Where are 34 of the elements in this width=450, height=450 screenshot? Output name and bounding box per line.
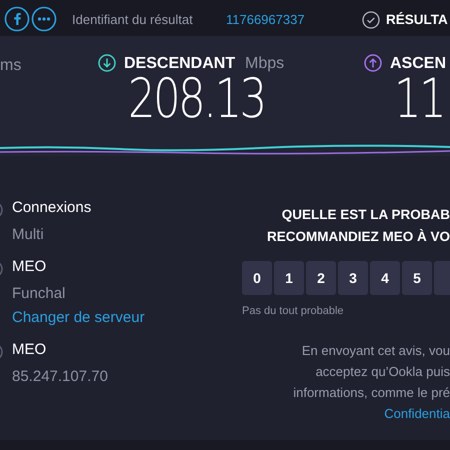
upload-label: ASCEN (390, 54, 446, 74)
low-label: Pas du tout probable (242, 304, 344, 319)
upload-speed: 11 (394, 72, 444, 126)
download-icon (98, 54, 116, 72)
notice-text: informations, comme le pré (293, 384, 450, 402)
detail-value: Funchal (12, 284, 66, 304)
score-button[interactable]: 0 (242, 261, 272, 295)
score-button[interactable]: 2 (306, 261, 336, 295)
detail-value: 85.247.107.70 (12, 367, 109, 387)
ping-unit: ms (0, 56, 22, 76)
result-id-label: Identifiant du résultat (72, 11, 193, 29)
detail-title: Connexions (12, 198, 92, 218)
notice-text: En envoyant cet avis, vou (302, 342, 450, 360)
upload-icon (364, 54, 382, 72)
score-button[interactable]: 1 (274, 261, 304, 295)
detail-title: MEO (12, 257, 48, 277)
privacy-link[interactable]: Confidentia (384, 402, 450, 424)
facebook-icon[interactable] (4, 6, 30, 32)
check-icon (362, 11, 380, 29)
score-button[interactable]: 3 (338, 261, 368, 295)
survey-question: RECOMMANDIEZ MEO À VO (266, 228, 450, 246)
download-speed: 208.13 (128, 72, 265, 126)
result-id-link[interactable]: 11766967337 (226, 10, 305, 30)
survey-question: QUELLE EST LA PROBAB (282, 206, 450, 224)
score-button[interactable]: 5 (402, 261, 432, 295)
notice-text: acceptez qu’Ookla puis (316, 362, 450, 381)
more-icon[interactable] (31, 6, 57, 32)
results-tab[interactable]: RÉSULTA (386, 10, 448, 30)
detail-value: Multi (12, 225, 45, 245)
detail-title: MEO (12, 340, 48, 360)
change-server-link[interactable]: Changer de serveur (12, 308, 221, 328)
speed-unit: Mbps (245, 54, 284, 74)
download-label: DESCENDANT (124, 54, 236, 74)
score-button[interactable]: 4 (370, 261, 400, 295)
